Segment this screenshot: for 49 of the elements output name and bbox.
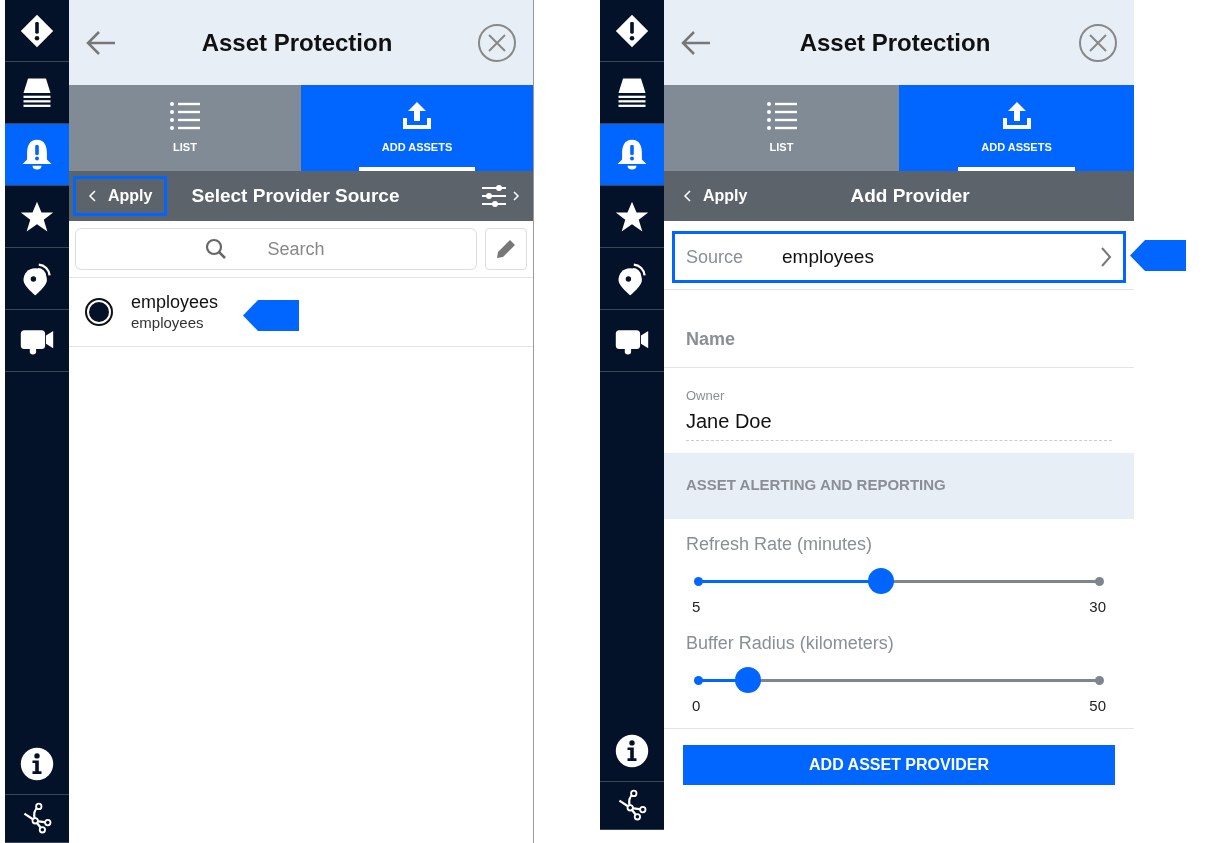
filter-sliders-icon[interactable]	[481, 184, 521, 208]
chevron-left-icon	[88, 190, 96, 202]
section-header: ASSET ALERTING AND REPORTING	[664, 452, 1134, 519]
tab[interactable]: ADD ASSETS	[899, 85, 1134, 171]
edit-button[interactable]	[485, 228, 527, 270]
diamond-alert-icon	[614, 12, 650, 49]
chevron-left-icon	[683, 190, 691, 202]
radio-button[interactable]	[85, 298, 113, 326]
provider-source-item[interactable]: employees employees	[69, 278, 533, 347]
add-asset-provider-button[interactable]: ADD ASSET PROVIDER	[683, 744, 1115, 785]
slider-max: 30	[1089, 596, 1106, 617]
apply-button[interactable]: Apply	[668, 176, 763, 216]
list-icon	[765, 100, 798, 131]
info-icon	[614, 732, 650, 769]
owner-value: Jane Doe	[686, 408, 773, 434]
item-subtitle: employees	[131, 313, 205, 333]
owner-label: Owner	[686, 387, 726, 405]
search-field[interactable]: Search	[75, 228, 477, 270]
list-icon	[169, 100, 201, 131]
upload-icon	[1000, 100, 1033, 131]
chevron-right-icon	[1100, 246, 1112, 268]
slider-label: Buffer Radius (kilometers)	[686, 632, 895, 655]
tab[interactable]: LIST	[69, 85, 301, 171]
source-row[interactable]: Source employees	[672, 231, 1126, 283]
search-icon	[205, 238, 227, 260]
diamond-alert-icon	[19, 12, 55, 49]
close-icon[interactable]	[1078, 22, 1118, 63]
subheader-title: Select Provider Source	[191, 183, 400, 208]
owner-field[interactable]: Owner Jane Doe	[686, 386, 1112, 441]
slider-max: 50	[1089, 696, 1106, 716]
tab[interactable]: LIST	[664, 85, 899, 171]
slider-label: Refresh Rate (minutes)	[686, 532, 874, 556]
tab[interactable]: ADD ASSETS	[301, 85, 533, 171]
apply-button[interactable]: Apply	[73, 176, 168, 216]
panel-title: Asset Protection	[799, 27, 991, 58]
source-value: employees	[782, 244, 875, 269]
source-label: Source	[686, 245, 745, 269]
upload-icon	[401, 100, 433, 131]
back-arrow-icon[interactable]	[680, 28, 712, 57]
name-field[interactable]: Name	[686, 326, 1112, 353]
subheader-title: Add Provider	[850, 183, 970, 208]
panel-title: Asset Protection	[201, 27, 393, 58]
info-icon	[19, 745, 55, 782]
back-arrow-icon[interactable]	[85, 28, 117, 57]
slider-min: 5	[692, 596, 701, 617]
item-title: employees	[131, 291, 219, 314]
pencil-icon	[495, 238, 517, 260]
slider-min: 0	[692, 696, 701, 716]
close-icon[interactable]	[477, 22, 517, 63]
